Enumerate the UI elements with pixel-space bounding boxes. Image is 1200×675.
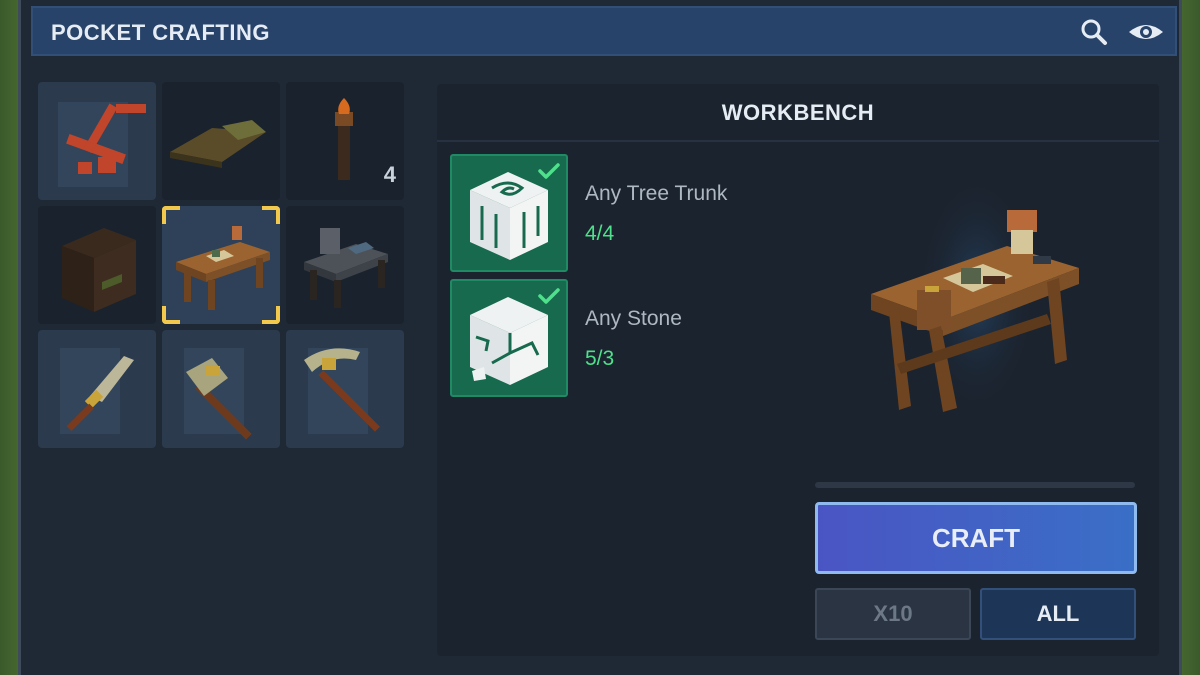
- eye-icon[interactable]: [1126, 16, 1166, 48]
- check-icon: [538, 163, 560, 179]
- workbench-preview-image: [871, 174, 1079, 414]
- check-icon: [538, 288, 560, 304]
- wooden-chest-icon: [62, 228, 136, 312]
- recipe-slot-catapult[interactable]: [38, 82, 156, 200]
- ingredient-count: 5/3: [585, 347, 615, 370]
- ingredient-stone[interactable]: [450, 279, 568, 397]
- craft-button[interactable]: CRAFT: [815, 502, 1137, 574]
- craft-x10-button[interactable]: X10: [815, 588, 971, 640]
- ingredient-tree-trunk[interactable]: [450, 154, 568, 272]
- recipe-slot-stone-pickaxe[interactable]: [286, 330, 404, 448]
- catapult-icon: [58, 102, 146, 187]
- craft-progress-bar: [815, 482, 1135, 488]
- ingredient-name: Any Stone: [585, 307, 682, 330]
- detail-title: WORKBENCH: [721, 100, 875, 125]
- recipe-slot-anvil-table[interactable]: [286, 206, 404, 324]
- stone-dagger-icon: [60, 348, 134, 434]
- recipe-slot-stone-axe[interactable]: [162, 330, 280, 448]
- recipe-slot-wooden-chest[interactable]: [38, 206, 156, 324]
- selection-corner: [262, 306, 280, 324]
- recipe-slot-stone-dagger[interactable]: [38, 330, 156, 448]
- selection-corner: [162, 306, 180, 324]
- anvil-table-icon: [304, 228, 388, 308]
- craft-all-button[interactable]: ALL: [980, 588, 1136, 640]
- plank-floor-icon: [170, 120, 266, 168]
- ingredient-count: 4/4: [585, 222, 615, 245]
- window-title: POCKET CRAFTING: [51, 20, 270, 45]
- search-icon[interactable]: [1078, 16, 1110, 48]
- recipe-detail-panel: WORKBENCH Any Tree Trunk 4/4 Any Stone 5…: [437, 84, 1159, 656]
- recipe-grid: 4: [38, 82, 404, 448]
- stone-axe-icon: [184, 348, 252, 440]
- detail-header: WORKBENCH: [437, 84, 1159, 142]
- selection-corner: [162, 206, 180, 224]
- recipe-slot-plank-floor[interactable]: [162, 82, 280, 200]
- recipe-slot-torch[interactable]: 4: [286, 82, 404, 200]
- stone-pickaxe-icon: [304, 348, 380, 434]
- selection-corner: [262, 206, 280, 224]
- ingredient-name: Any Tree Trunk: [585, 182, 728, 205]
- recipe-slot-workbench[interactable]: [162, 206, 280, 324]
- torch-quantity: 4: [383, 162, 396, 187]
- title-bar: POCKET CRAFTING: [31, 6, 1177, 56]
